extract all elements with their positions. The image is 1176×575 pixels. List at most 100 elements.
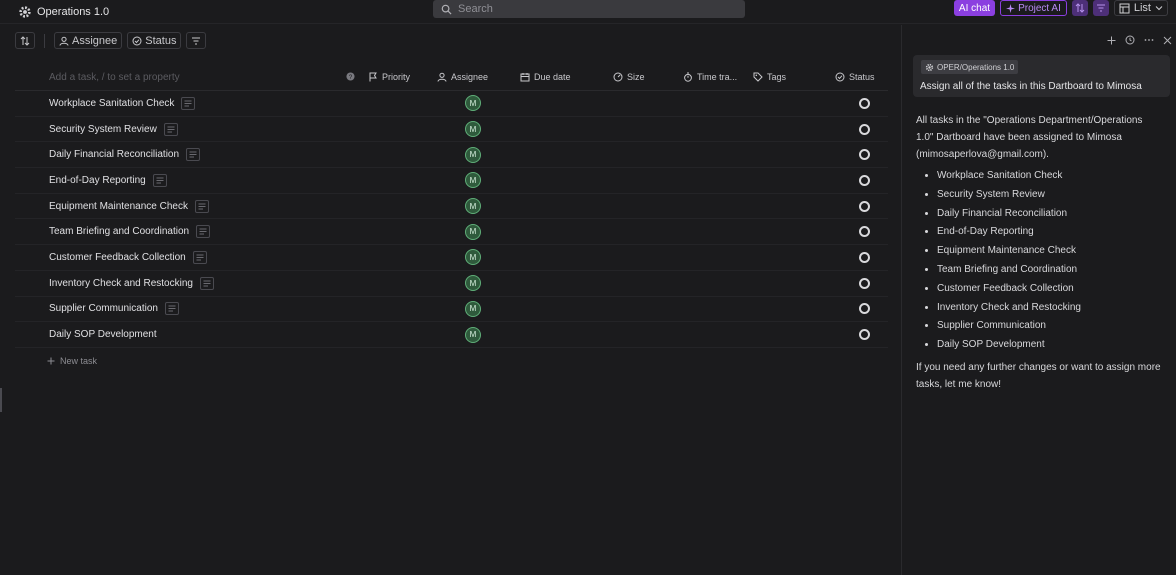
top-right-controls: AI chat Project AI List bbox=[953, 0, 1168, 16]
table-row[interactable]: Equipment Maintenance Check M bbox=[15, 194, 888, 220]
task-title[interactable]: Customer Feedback Collection bbox=[49, 250, 207, 264]
task-title[interactable]: Workplace Sanitation Check bbox=[49, 96, 196, 110]
task-title[interactable]: End-of-Day Reporting bbox=[49, 173, 167, 187]
status-toggle[interactable] bbox=[859, 174, 870, 186]
table-row[interactable]: Customer Feedback Collection M bbox=[15, 245, 888, 271]
task-title[interactable]: Inventory Check and Restocking bbox=[49, 276, 214, 290]
status-toggle[interactable] bbox=[859, 226, 870, 238]
status-toggle[interactable] bbox=[859, 303, 870, 315]
chevron-down-icon bbox=[1155, 4, 1163, 12]
sidebar-resize-handle[interactable] bbox=[0, 388, 2, 412]
description-icon[interactable] bbox=[152, 173, 167, 187]
avatar[interactable]: M bbox=[465, 223, 481, 240]
column-time-tracking[interactable]: Time tra... bbox=[683, 72, 737, 82]
column-size[interactable]: Size bbox=[613, 72, 645, 82]
status-toggle[interactable] bbox=[859, 277, 870, 289]
avatar[interactable]: M bbox=[465, 172, 481, 189]
avatar[interactable]: M bbox=[465, 95, 481, 112]
description-icon[interactable] bbox=[181, 96, 196, 110]
search-input[interactable] bbox=[458, 3, 728, 15]
plus-icon[interactable] bbox=[1107, 36, 1116, 45]
status-check-icon bbox=[835, 72, 845, 82]
column-tags[interactable]: Tags bbox=[753, 72, 786, 82]
list-item: Daily Financial Reconciliation bbox=[937, 205, 1162, 224]
table-row[interactable]: Daily SOP Development M bbox=[15, 322, 888, 348]
ai-response-list: Workplace Sanitation CheckSecurity Syste… bbox=[916, 167, 1162, 355]
task-title-text: Inventory Check and Restocking bbox=[49, 277, 193, 289]
avatar[interactable]: M bbox=[465, 275, 481, 292]
column-priority[interactable]: Priority bbox=[368, 72, 410, 82]
description-icon[interactable] bbox=[199, 276, 214, 290]
flag-icon bbox=[368, 72, 378, 82]
avatar[interactable]: M bbox=[465, 198, 481, 215]
calendar-icon bbox=[520, 72, 530, 82]
filter-button[interactable] bbox=[1092, 0, 1109, 16]
sort-toggle-button[interactable] bbox=[15, 32, 35, 49]
table-header: Add a task, / to set a property ? Priori… bbox=[15, 66, 888, 91]
status-toggle[interactable] bbox=[859, 329, 870, 341]
task-title-text: Workplace Sanitation Check bbox=[49, 97, 175, 109]
status-filter-label: Status bbox=[145, 34, 177, 47]
view-selector[interactable]: List bbox=[1113, 0, 1168, 16]
list-item: Supplier Communication bbox=[937, 317, 1162, 336]
help-icon[interactable]: ? bbox=[346, 72, 355, 81]
status-toggle[interactable] bbox=[859, 97, 870, 109]
app-title-label: Operations 1.0 bbox=[37, 5, 110, 18]
app-title[interactable]: Operations 1.0 bbox=[18, 5, 109, 19]
more-icon[interactable] bbox=[1144, 35, 1154, 45]
column-assignee[interactable]: Assignee bbox=[437, 72, 488, 82]
table-row[interactable]: Daily Financial Reconciliation M bbox=[15, 142, 888, 169]
close-icon[interactable] bbox=[1163, 36, 1172, 45]
plus-icon bbox=[47, 357, 55, 365]
sort-icon bbox=[20, 35, 30, 46]
history-icon[interactable] bbox=[1125, 35, 1135, 45]
status-toggle[interactable] bbox=[859, 123, 870, 135]
project-ai-button[interactable]: Project AI bbox=[1000, 0, 1067, 16]
add-task-input[interactable]: Add a task, / to set a property bbox=[49, 72, 180, 83]
column-tags-label: Tags bbox=[767, 72, 787, 82]
column-priority-label: Priority bbox=[382, 72, 411, 82]
table-row[interactable]: Supplier Communication M bbox=[15, 297, 888, 323]
avatar[interactable]: M bbox=[465, 249, 481, 266]
avatar[interactable]: M bbox=[465, 300, 481, 317]
column-due-date[interactable]: Due date bbox=[520, 72, 571, 82]
new-task-button[interactable]: New task bbox=[47, 356, 97, 366]
avatar[interactable]: M bbox=[465, 121, 481, 138]
table-row[interactable]: End-of-Day Reporting M bbox=[15, 168, 888, 194]
filter-options-button[interactable] bbox=[186, 32, 207, 49]
description-icon[interactable] bbox=[192, 250, 207, 264]
status-toggle[interactable] bbox=[859, 251, 870, 263]
table-row[interactable]: Inventory Check and Restocking M bbox=[15, 271, 888, 297]
task-title[interactable]: Equipment Maintenance Check bbox=[49, 199, 209, 213]
description-icon[interactable] bbox=[163, 122, 178, 136]
avatar[interactable]: M bbox=[465, 326, 481, 343]
table-row[interactable]: Security System Review M bbox=[15, 117, 888, 143]
gear-icon bbox=[18, 5, 32, 19]
table-row[interactable]: Team Briefing and Coordination M bbox=[15, 219, 888, 246]
task-title[interactable]: Security System Review bbox=[49, 122, 178, 136]
status-filter-button[interactable]: Status bbox=[127, 32, 182, 49]
task-title[interactable]: Team Briefing and Coordination bbox=[49, 225, 211, 239]
task-title[interactable]: Daily Financial Reconciliation bbox=[49, 148, 201, 162]
description-icon[interactable] bbox=[164, 302, 179, 316]
description-icon[interactable] bbox=[194, 199, 209, 213]
column-status[interactable]: Status bbox=[835, 72, 875, 82]
column-status-label: Status bbox=[849, 72, 875, 82]
ai-chat-button[interactable]: AI chat bbox=[953, 0, 996, 16]
avatar[interactable]: M bbox=[465, 146, 481, 163]
list-item: End-of-Day Reporting bbox=[937, 223, 1162, 242]
assignee-filter-button[interactable]: Assignee bbox=[54, 32, 123, 49]
context-chip[interactable]: OPER/Operations 1.0 bbox=[921, 60, 1019, 74]
search-bar[interactable] bbox=[433, 0, 745, 18]
description-icon[interactable] bbox=[196, 225, 211, 239]
status-toggle[interactable] bbox=[859, 149, 870, 161]
filter-icon bbox=[1096, 3, 1106, 13]
status-toggle[interactable] bbox=[859, 200, 870, 212]
stopwatch-icon bbox=[683, 72, 693, 82]
description-icon[interactable] bbox=[186, 148, 201, 162]
sort-button[interactable] bbox=[1071, 0, 1088, 16]
table-row[interactable]: Workplace Sanitation Check M bbox=[15, 91, 888, 117]
task-title[interactable]: Supplier Communication bbox=[49, 302, 179, 316]
task-title[interactable]: Daily SOP Development bbox=[49, 329, 157, 340]
gauge-icon bbox=[613, 72, 623, 82]
